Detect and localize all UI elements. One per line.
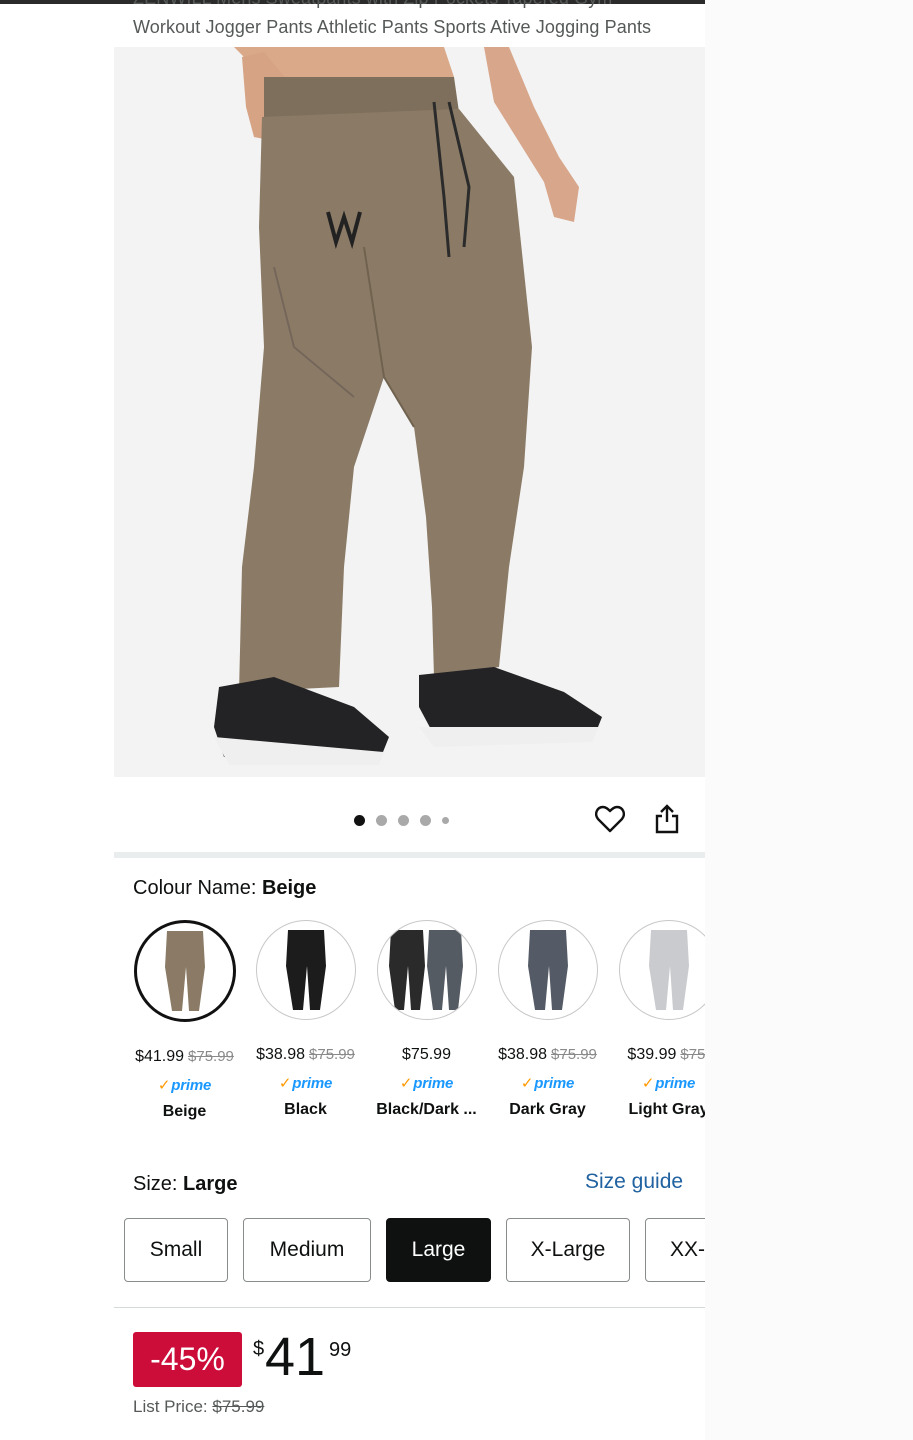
product-title-line-1: ZENWILL Mens Sweatpants with Zip Pockets… bbox=[133, 0, 705, 11]
section-divider bbox=[114, 1307, 705, 1308]
swatch-image bbox=[133, 920, 236, 1022]
colour-name-row: Colour Name: Beige bbox=[133, 877, 316, 900]
prime-badge: ✓prime bbox=[278, 1075, 333, 1092]
swatch-name: Light Gray bbox=[628, 1101, 705, 1118]
list-price-label: List Price: bbox=[133, 1397, 213, 1416]
pants-thumbnail bbox=[164, 931, 205, 1011]
swatch-price: $41.99 $75.99 bbox=[135, 1048, 234, 1065]
swatch-name: Dark Gray bbox=[509, 1101, 586, 1118]
image-carousel-dots[interactable] bbox=[354, 814, 449, 826]
product-title[interactable]: ZENWILL Mens Sweatpants with Zip Pockets… bbox=[133, 0, 705, 40]
size-option-xx-large[interactable]: XX- bbox=[645, 1218, 705, 1282]
size-option-small[interactable]: Small bbox=[124, 1218, 228, 1282]
size-guide-link[interactable]: Size guide bbox=[585, 1170, 683, 1194]
size-option-large[interactable]: Large bbox=[386, 1218, 491, 1282]
colour-swatch-black[interactable]: $38.98 $75.99 ✓prime Black bbox=[245, 918, 366, 1119]
product-title-line-2: Workout Jogger Pants Athletic Pants Spor… bbox=[133, 17, 652, 37]
size-selected-value: Large bbox=[183, 1173, 238, 1195]
swatch-image bbox=[255, 920, 356, 1020]
colour-swatch-list[interactable]: $41.99 $75.99 ✓prime Beige $38.98 $75.99 ✓… bbox=[114, 918, 705, 1128]
price-whole: 41 bbox=[265, 1327, 326, 1387]
carousel-dot-5[interactable] bbox=[442, 816, 449, 824]
size-label: Size: bbox=[133, 1173, 184, 1195]
swatch-name: Black/Dark ... bbox=[376, 1101, 477, 1118]
colour-swatch-black-dark[interactable]: $75.99 ✓prime Black/Dark ... bbox=[366, 918, 487, 1119]
prime-badge: ✓prime bbox=[641, 1075, 696, 1092]
prime-badge: ✓prime bbox=[520, 1075, 575, 1092]
size-option-medium[interactable]: Medium bbox=[243, 1218, 371, 1282]
carousel-dot-1[interactable] bbox=[354, 814, 365, 826]
share-button[interactable] bbox=[650, 802, 684, 836]
price-currency: $ bbox=[253, 1338, 265, 1360]
pants-thumbnail bbox=[648, 930, 689, 1010]
colour-label: Colour Name: bbox=[133, 877, 262, 899]
price-fraction: 99 bbox=[329, 1339, 352, 1361]
jogger-pants-illustration bbox=[114, 47, 705, 777]
swatch-price: $38.98 $75.99 bbox=[256, 1046, 355, 1063]
carousel-dot-4[interactable] bbox=[420, 814, 431, 826]
colour-swatch-dark-gray[interactable]: $38.98 $75.99 ✓prime Dark Gray bbox=[487, 918, 608, 1119]
prime-badge: ✓prime bbox=[157, 1077, 212, 1094]
colour-selected-value: Beige bbox=[261, 877, 317, 899]
colour-swatch-light-gray[interactable]: $39.99$75. ✓prime Light Gray bbox=[608, 918, 705, 1119]
swatch-price: $38.98 $75.99 bbox=[498, 1046, 597, 1063]
prime-badge: ✓prime bbox=[399, 1075, 454, 1092]
swatch-price: $39.99$75. bbox=[627, 1046, 705, 1063]
swatch-name: Black bbox=[284, 1101, 327, 1118]
size-selector[interactable]: Small Medium Large X-Large XX- bbox=[114, 1218, 705, 1286]
wishlist-button[interactable] bbox=[593, 802, 627, 836]
pants-thumbnail bbox=[527, 930, 568, 1010]
carousel-dot-3[interactable] bbox=[398, 814, 409, 826]
share-icon bbox=[655, 804, 679, 834]
swatch-image bbox=[618, 920, 705, 1020]
product-image[interactable] bbox=[114, 47, 705, 777]
pants-thumbnail bbox=[388, 930, 463, 1010]
discount-badge: -45% bbox=[133, 1332, 242, 1387]
swatch-image bbox=[376, 920, 477, 1020]
size-row: Size: Large bbox=[133, 1173, 238, 1196]
heart-icon bbox=[595, 805, 625, 833]
carousel-dot-2[interactable] bbox=[376, 814, 387, 826]
swatch-image bbox=[497, 920, 598, 1020]
size-option-x-large[interactable]: X-Large bbox=[506, 1218, 630, 1282]
swatch-price: $75.99 bbox=[402, 1046, 451, 1063]
pants-thumbnail bbox=[285, 930, 326, 1010]
list-price-value: $75.99 bbox=[212, 1397, 265, 1416]
section-divider bbox=[114, 852, 705, 858]
swatch-name: Beige bbox=[162, 1103, 207, 1120]
page-margin bbox=[705, 0, 913, 1440]
colour-swatch-beige[interactable]: $41.99 $75.99 ✓prime Beige bbox=[124, 918, 245, 1121]
list-price: List Price: $75.99 bbox=[133, 1397, 264, 1417]
